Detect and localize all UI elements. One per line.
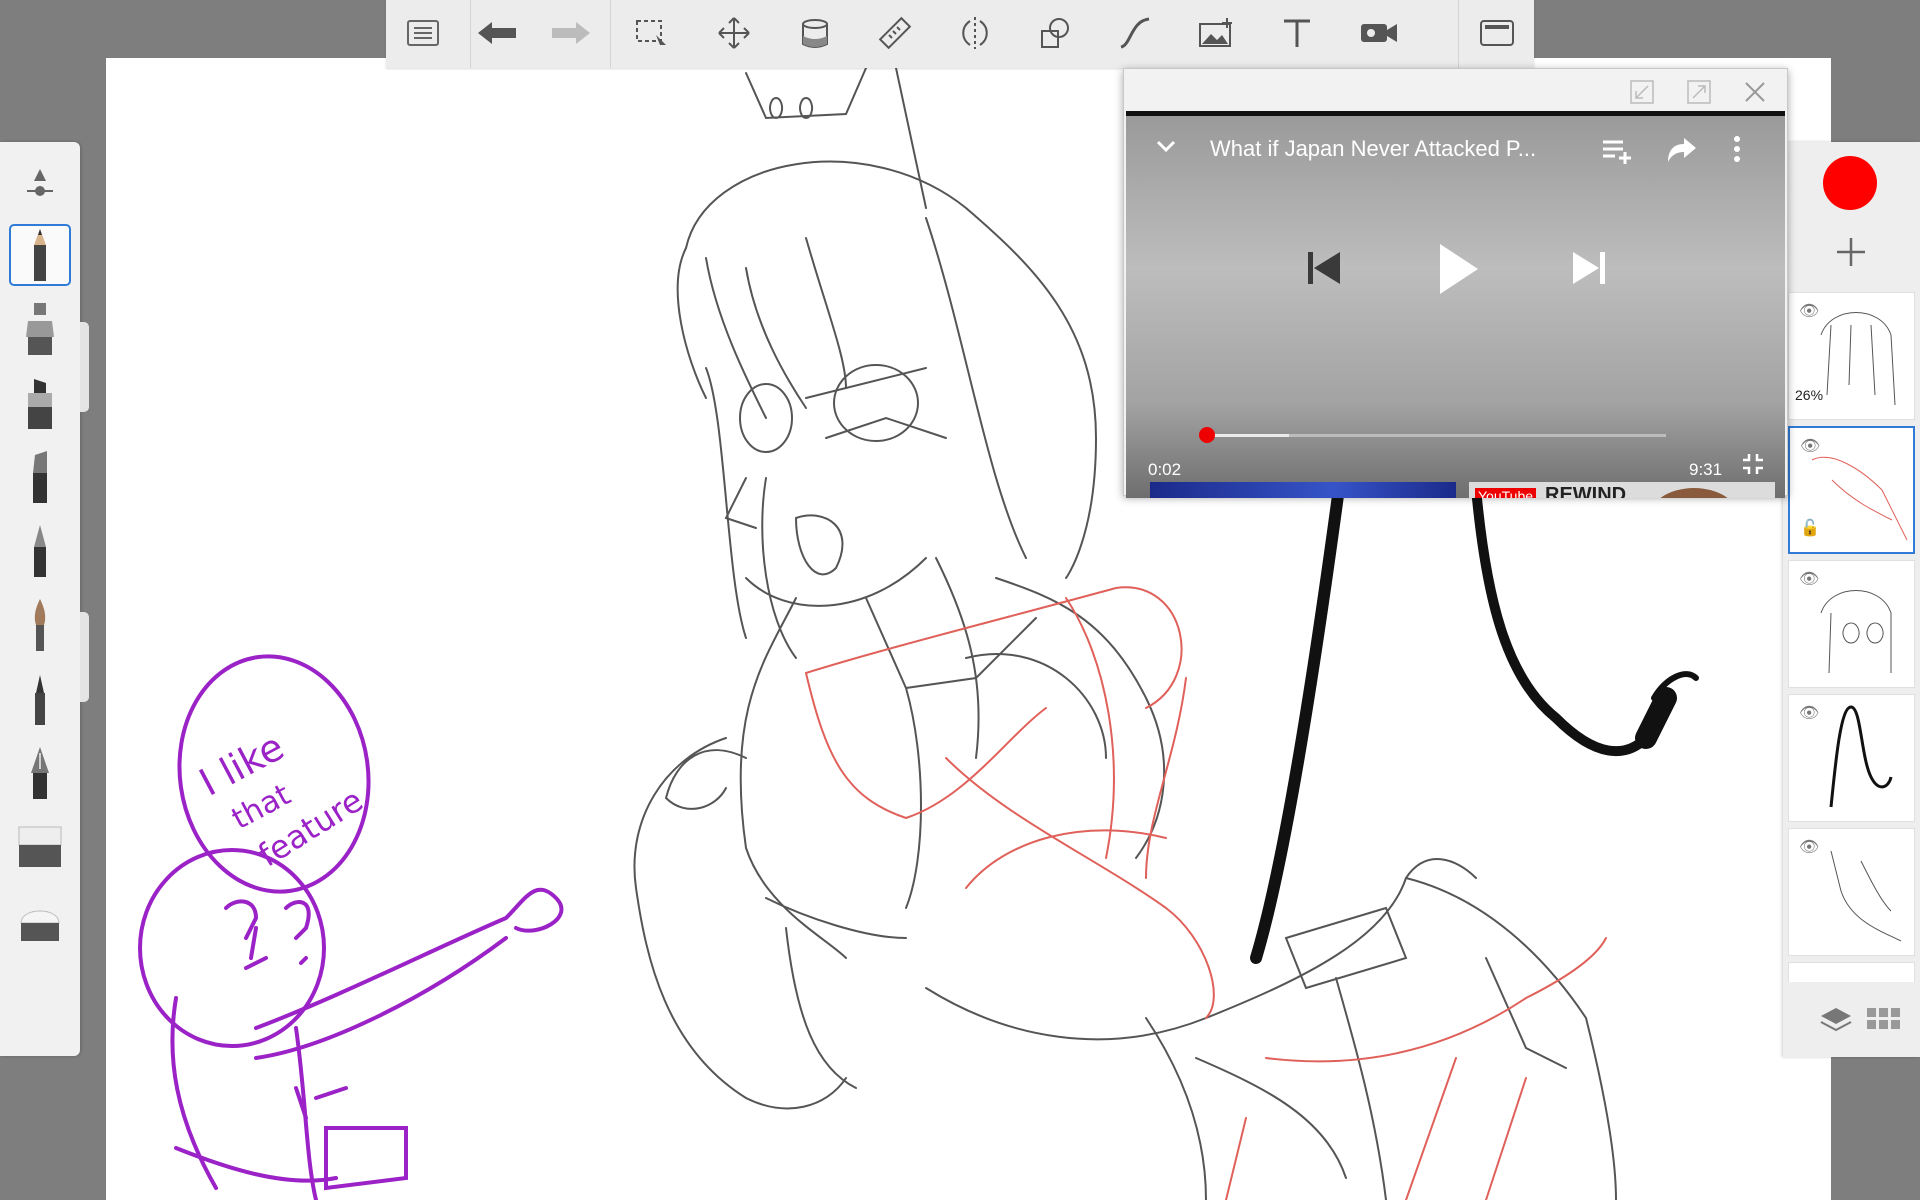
add-layer-icon[interactable] bbox=[1833, 234, 1869, 270]
transform-icon[interactable] bbox=[709, 10, 759, 56]
related-thumbnail-1[interactable] bbox=[1150, 482, 1456, 498]
symmetry-icon[interactable] bbox=[950, 10, 1000, 56]
brush-panel-handle-2[interactable] bbox=[80, 612, 89, 702]
marker-icon[interactable] bbox=[9, 372, 71, 434]
seek-bar[interactable] bbox=[1199, 427, 1666, 443]
seek-thumb[interactable] bbox=[1199, 427, 1216, 443]
exit-fullscreen-icon[interactable] bbox=[1741, 452, 1765, 481]
chisel-icon[interactable] bbox=[9, 446, 71, 508]
layer-opacity-label: 26% bbox=[1795, 387, 1824, 403]
close-icon[interactable] bbox=[1742, 79, 1768, 105]
list-icon[interactable] bbox=[398, 10, 448, 56]
related-label: REWIND bbox=[1545, 484, 1627, 498]
youtube-logo: YouTube bbox=[1475, 488, 1537, 498]
eraser-icon[interactable] bbox=[9, 890, 71, 952]
play-icon[interactable] bbox=[1436, 242, 1480, 301]
grid-icon[interactable] bbox=[1865, 1004, 1903, 1034]
layer-thumbnail-1[interactable]: 👁 26% bbox=[1788, 292, 1915, 420]
layer-panel: 👁 26% 👁 🔓 👁 👁 👁 bbox=[1783, 142, 1920, 1057]
previous-icon[interactable] bbox=[1306, 248, 1342, 293]
video-title: What if Japan Never Attacked P... bbox=[1210, 136, 1537, 161]
brush-size-icon[interactable] bbox=[9, 154, 71, 216]
more-options-icon[interactable] bbox=[1731, 134, 1743, 169]
layers-icon[interactable] bbox=[1819, 1004, 1853, 1034]
layer-thumbnail-3[interactable]: 👁 bbox=[1788, 560, 1915, 688]
current-time: 0:02 bbox=[1148, 460, 1182, 479]
stroke-icon[interactable] bbox=[1110, 10, 1160, 56]
selection-icon[interactable] bbox=[627, 10, 677, 56]
airbrush-icon[interactable] bbox=[9, 298, 71, 360]
image-icon[interactable] bbox=[1191, 10, 1241, 56]
fill-icon[interactable] bbox=[790, 10, 840, 56]
share-icon[interactable] bbox=[1666, 136, 1698, 169]
shapes-icon[interactable] bbox=[1030, 10, 1080, 56]
record-icon[interactable] bbox=[1354, 10, 1404, 56]
minimize-icon[interactable] bbox=[1629, 79, 1655, 105]
brush-panel-handle[interactable] bbox=[80, 322, 89, 412]
ruler-icon[interactable] bbox=[870, 10, 920, 56]
lock-icon[interactable]: 🔓 bbox=[1800, 518, 1820, 538]
main-toolbar bbox=[386, 0, 1534, 68]
duration: 9:31 bbox=[1689, 460, 1723, 479]
undo-icon[interactable] bbox=[472, 10, 522, 56]
next-icon[interactable] bbox=[1571, 248, 1607, 293]
ballpoint-icon[interactable] bbox=[9, 520, 71, 582]
related-thumbnail-2[interactable]: YouTube REWIND bbox=[1469, 482, 1775, 498]
seek-buffered bbox=[1206, 434, 1289, 437]
layer-thumbnail-6[interactable] bbox=[1788, 962, 1915, 982]
color-swatch[interactable] bbox=[1823, 156, 1877, 210]
fountain-pen-icon[interactable] bbox=[9, 742, 71, 804]
redo-icon[interactable] bbox=[546, 10, 596, 56]
smudge-icon[interactable] bbox=[9, 816, 71, 878]
add-to-queue-icon[interactable] bbox=[1601, 138, 1635, 169]
layer-thumbnail-4[interactable]: 👁 bbox=[1788, 694, 1915, 822]
floating-video-player: What if Japan Never Attacked P... 0:02 9… bbox=[1123, 68, 1788, 498]
maximize-icon[interactable] bbox=[1686, 79, 1712, 105]
collapse-chevron-icon[interactable] bbox=[1154, 136, 1178, 161]
text-icon[interactable] bbox=[1272, 10, 1322, 56]
fullscreen-icon[interactable] bbox=[1472, 10, 1522, 56]
fineliner-icon[interactable] bbox=[9, 668, 71, 730]
layer-thumbnail-5[interactable]: 👁 bbox=[1788, 828, 1915, 956]
pencil-icon[interactable] bbox=[9, 224, 71, 286]
video-screen[interactable]: What if Japan Never Attacked P... 0:02 9… bbox=[1126, 111, 1785, 498]
brush-palette bbox=[0, 142, 80, 1056]
paintbrush-icon[interactable] bbox=[9, 594, 71, 656]
layer-thumbnail-2[interactable]: 👁 🔓 bbox=[1788, 426, 1915, 554]
